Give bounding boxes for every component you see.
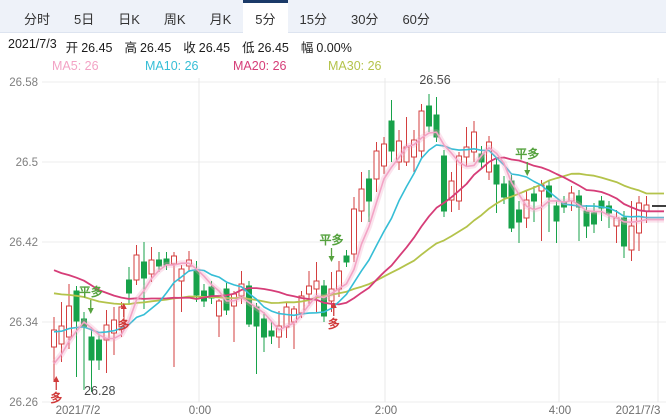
info-low: 低26.45 [242,37,292,53]
close-long-signal: 平多 [79,284,103,299]
candle-body [217,301,222,316]
candle-body [494,165,499,184]
y-axis-label: 26.26 [9,397,38,409]
period-tab-bar: 分时5日日K周K月K5分15分30分60分 [0,0,666,33]
info-high: 高26.45 [124,37,174,53]
down-arrow-icon [524,170,530,176]
trading-app: 分时5日日K周K月K5分15分30分60分 2021/7/3 开26.45高26… [0,0,666,420]
x-axis-label: 2021/7/3 [616,405,661,417]
x-axis-label: 2:00 [375,405,397,417]
candle-body [97,340,102,360]
y-axis-label: 26.42 [9,237,38,249]
price-label: 26.56 [419,73,450,87]
candle-body [352,209,357,254]
candle-body [419,111,424,151]
candle-body [59,326,64,344]
info-high-label: 高 [124,41,137,55]
open-long-signal: 多 [328,316,340,331]
down-arrow-icon [329,256,335,262]
candle-body [464,147,469,157]
candle-body [314,281,319,289]
open-long-signal: 多 [50,390,62,405]
close-long-signal: 平多 [319,232,343,247]
tab-5-min[interactable]: 5分 [243,0,287,34]
candle-body [427,106,432,126]
candle-body [269,331,274,336]
info-low-label: 低 [242,41,255,55]
info-open: 开26.45 [66,37,116,53]
x-axis-label: 2021/7/2 [56,405,101,417]
candle-body [157,260,162,266]
candle-body [554,206,559,221]
tab-weekly-k[interactable]: 周K [152,0,198,33]
candle-body [374,151,379,179]
candle-body [52,330,57,347]
tab-60-min[interactable]: 60分 [390,0,441,33]
candle-body [644,205,649,211]
tab-monthly-k[interactable]: 月K [198,0,244,33]
candle-body [149,260,154,274]
candle-body [142,262,147,278]
info-close-value: 26.45 [199,41,230,55]
candle-body [359,189,364,211]
candle-body [502,184,507,197]
candle-body [262,319,267,337]
y-axis-label: 26.58 [9,77,38,89]
ma20-line [54,158,664,305]
candle-body [629,226,634,250]
info-high-value: 26.45 [140,41,171,55]
candle-body [517,210,522,222]
candle-body [592,213,597,224]
info-close: 收26.45 [183,37,233,53]
x-axis-label: 4:00 [549,405,571,417]
candle-body [127,280,132,293]
down-arrow-icon [88,308,94,314]
tab-daily-k[interactable]: 日K [106,0,152,33]
price-label: 26.28 [84,384,115,398]
candle-body [307,286,312,294]
info-low-value: 26.45 [258,41,289,55]
info-change-value: 0.00% [316,41,351,55]
tab-30-min[interactable]: 30分 [339,0,390,33]
candle-body [67,306,72,337]
x-axis-label: 0:00 [189,405,211,417]
open-long-signal: 多 [118,317,130,332]
info-close-label: 收 [183,41,196,55]
tab-15-min[interactable]: 15分 [288,0,339,33]
candle-body [367,179,372,201]
tab-time-share[interactable]: 分时 [12,0,62,33]
candle-body [134,255,139,280]
y-axis-label: 26.34 [9,317,38,329]
candle-body [89,337,94,360]
candle-body [344,256,349,262]
y-axis-label: 26.5 [16,157,38,169]
candle-body [532,194,537,201]
ma5-halo [54,132,664,363]
info-open-value: 26.45 [81,41,112,55]
ohlc-info-bar: 2021/7/3 开26.45高26.45收26.45低26.45幅0.00% [8,37,355,53]
info-change-label: 幅 [301,41,314,55]
candle-body [389,121,394,151]
candlestick-chart: 26.58 26.5 26.42 26.34 26.26 2021/7/2 0:00 2:00… [0,56,666,420]
info-date: 2021/7/3 [8,37,57,53]
close-long-signal: 平多 [515,146,539,161]
candle-body [382,144,387,166]
info-change: 幅0.00% [301,37,355,53]
info-open-label: 开 [66,41,79,55]
tab-5-day[interactable]: 5日 [62,0,106,33]
